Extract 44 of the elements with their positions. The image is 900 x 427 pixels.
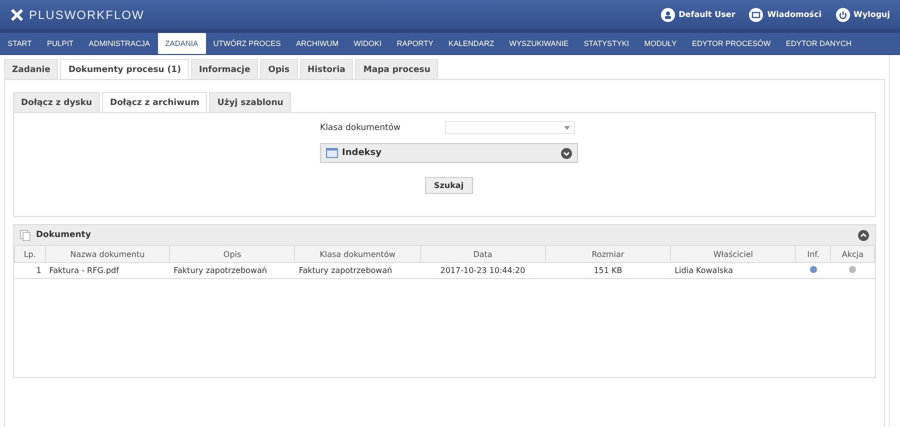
- table-cell: Faktury zapotrzebowań: [294, 262, 420, 278]
- logo-text: PLUSWORKFLOW: [29, 8, 144, 22]
- tab[interactable]: Dokumenty procesu (1): [60, 59, 189, 79]
- logo-icon: [10, 8, 24, 22]
- logout-link[interactable]: Wyloguj: [836, 8, 890, 22]
- column-header[interactable]: Opis: [170, 246, 295, 262]
- column-header[interactable]: Lp.: [14, 246, 46, 262]
- messages-link[interactable]: Wiadomości: [749, 8, 822, 22]
- table-cell: Faktury zapotrzebowań: [170, 262, 295, 278]
- power-icon: [836, 8, 850, 22]
- column-header[interactable]: Inf.: [796, 246, 831, 262]
- column-header[interactable]: Akcja: [830, 246, 874, 262]
- tab[interactable]: Informacje: [190, 59, 258, 79]
- column-header[interactable]: Właściciel: [670, 246, 796, 262]
- documents-icon: [20, 230, 31, 240]
- indexes-title: Indeksy: [342, 148, 382, 158]
- window-icon: [326, 148, 338, 158]
- expand-icon[interactable]: [561, 148, 572, 158]
- tab[interactable]: Historia: [300, 59, 354, 79]
- column-header[interactable]: Klasa dokumentów: [294, 246, 420, 262]
- info-icon[interactable]: [810, 266, 817, 273]
- sub-tab[interactable]: Dołącz z archiwum: [102, 92, 208, 112]
- indexes-bar[interactable]: Indeksy: [320, 143, 578, 163]
- table-cell: Lidia Kowalska: [670, 262, 796, 278]
- table-cell: 2017-10-23 10:44:20: [420, 262, 546, 278]
- envelope-icon: [749, 8, 764, 22]
- documents-title: Dokumenty: [36, 230, 91, 240]
- tab[interactable]: Zadanie: [4, 59, 58, 79]
- sub-tab[interactable]: Dołącz z dysku: [13, 92, 100, 112]
- user-link[interactable]: Default User: [660, 8, 736, 22]
- table-cell: 151 KB: [545, 262, 671, 278]
- tab[interactable]: Opis: [260, 59, 298, 79]
- search-button[interactable]: Szukaj: [425, 177, 473, 194]
- column-header[interactable]: Nazwa dokumentu: [45, 246, 170, 262]
- tab[interactable]: Mapa procesu: [355, 59, 438, 79]
- column-header[interactable]: Rozmiar: [545, 246, 671, 262]
- column-header[interactable]: Data: [420, 246, 546, 262]
- user-icon: [660, 8, 675, 22]
- field-label: Klasa dokumentów: [320, 122, 402, 132]
- table-cell: Faktura - RFG.pdf: [45, 262, 170, 278]
- sub-tab[interactable]: Użyj szablonu: [209, 92, 292, 112]
- collapse-icon[interactable]: [858, 230, 869, 240]
- table-cell: 1: [14, 262, 46, 278]
- caret-icon: [564, 126, 570, 130]
